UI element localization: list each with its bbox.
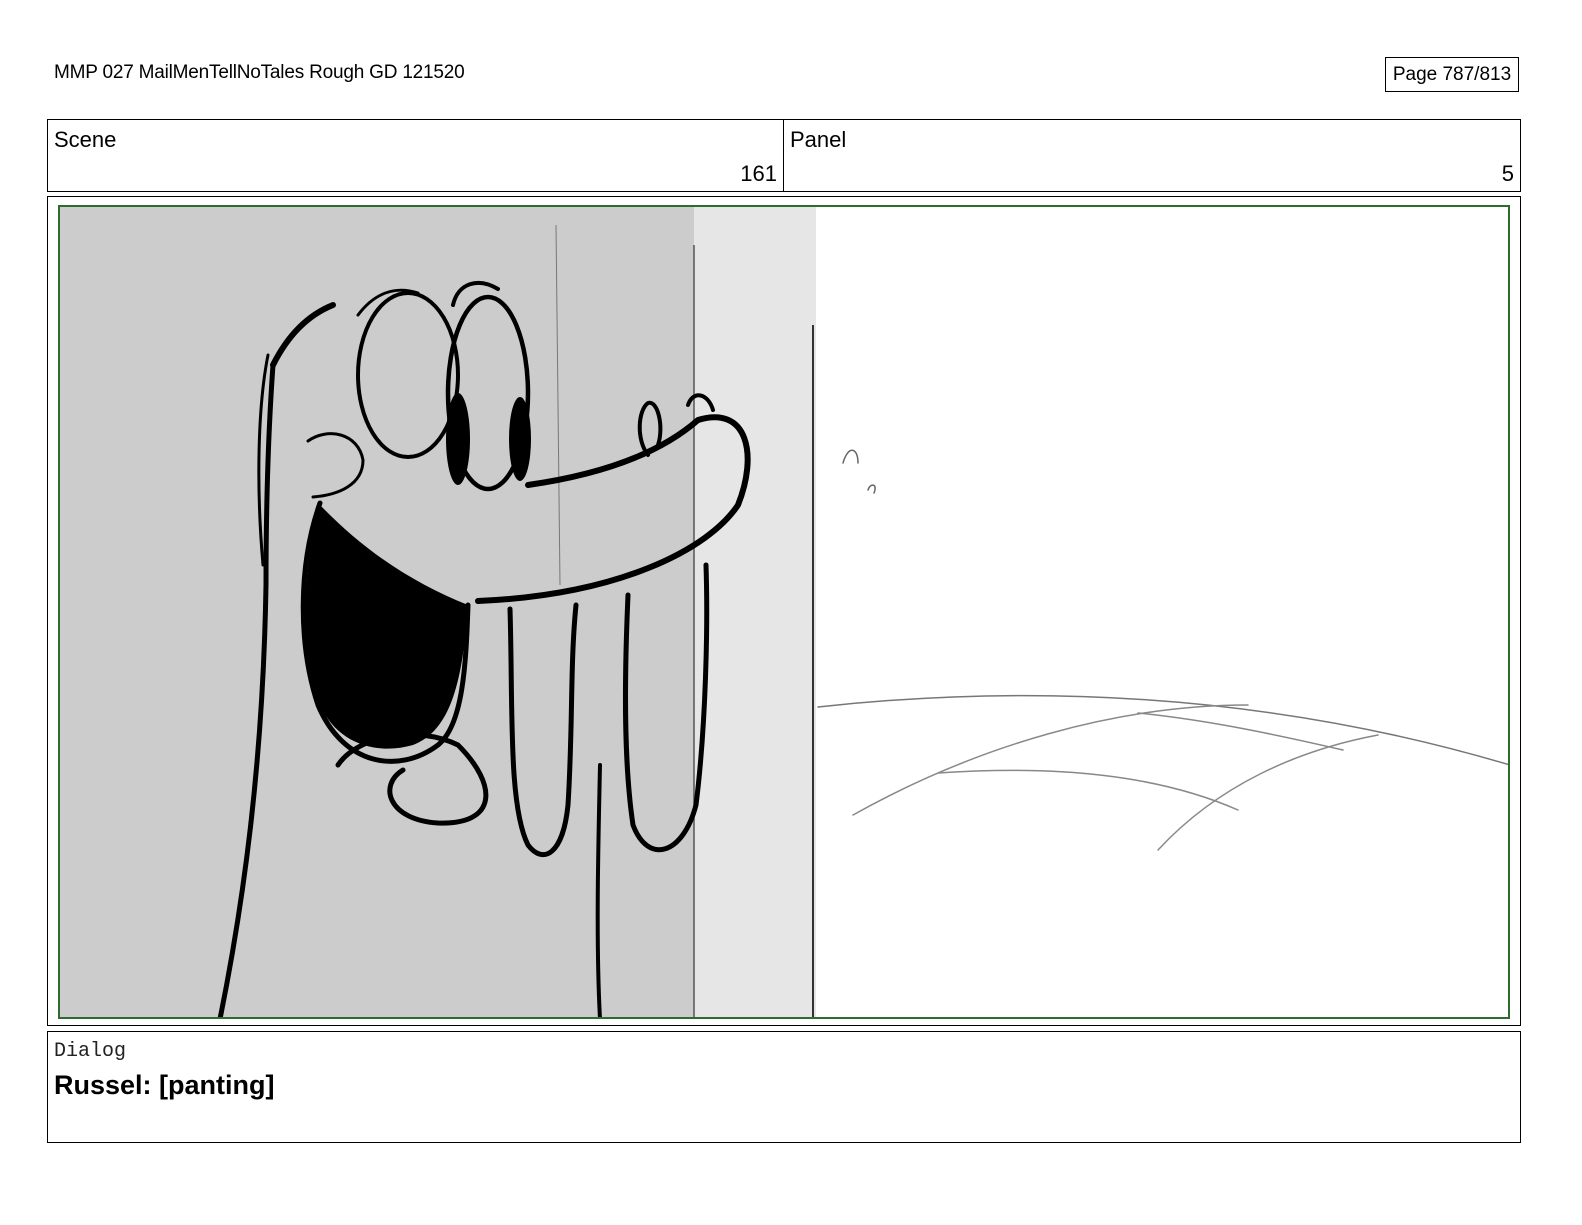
page-indicator: Page 787/813 <box>1385 57 1519 92</box>
right-pupil <box>509 397 531 481</box>
sketch-drawing <box>58 205 1510 1019</box>
panel-number: 5 <box>1501 161 1514 186</box>
wall-shade <box>694 205 816 1019</box>
body-center-line <box>595 763 602 1019</box>
dialog-text: Russel: [panting] <box>54 1070 275 1100</box>
scene-panel-info: Scene 161 Panel 5 <box>47 119 1521 192</box>
scene-number: 161 <box>740 161 777 186</box>
panel-cell: Panel 5 <box>784 120 1520 191</box>
scene-cell: Scene 161 <box>48 120 784 191</box>
dialog-box: Dialog Russel: [panting] <box>47 1031 1521 1143</box>
scene-label: Scene <box>54 127 117 152</box>
panel-label: Panel <box>790 127 847 152</box>
storyboard-artwork <box>58 205 1510 1019</box>
left-pupil <box>446 393 470 485</box>
document-title: MMP 027 MailMenTellNoTales Rough GD 1215… <box>54 62 465 83</box>
dialog-label: Dialog <box>54 1040 127 1063</box>
storyboard-frame <box>47 196 1521 1026</box>
